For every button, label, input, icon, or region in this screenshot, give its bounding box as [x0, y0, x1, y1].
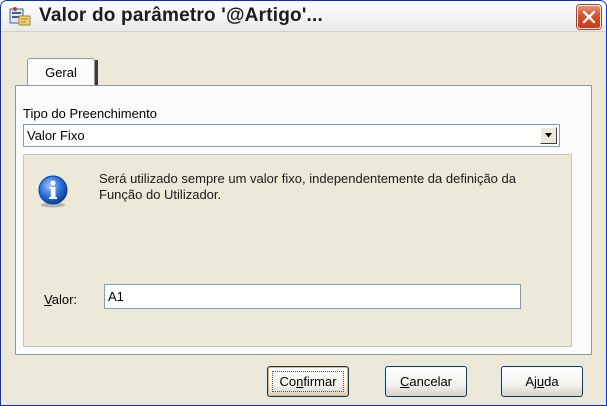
fill-type-label: Tipo do Preenchimento	[23, 106, 157, 121]
info-group-box: Será utilizado sempre um valor fixo, ind…	[23, 154, 572, 347]
fill-type-select[interactable]: Valor Fixo	[23, 124, 560, 147]
window-title: Valor do parâmetro '@Artigo'...	[39, 5, 323, 26]
fill-type-value: Valor Fixo	[27, 128, 85, 143]
value-label-mnemonic: V	[44, 292, 52, 307]
tab-geral[interactable]: Geral	[27, 58, 98, 87]
info-icon	[36, 174, 70, 208]
help-label-pre: Aj	[525, 374, 537, 389]
confirm-label-post: firmar	[303, 374, 337, 389]
info-message: Será utilizado sempre um valor fixo, ind…	[99, 171, 516, 202]
help-label-post: da	[544, 374, 559, 389]
confirm-button[interactable]: Confirmar	[267, 366, 349, 397]
cancel-button[interactable]: Cancelar	[385, 366, 467, 397]
close-icon	[582, 10, 596, 24]
dropdown-arrow-button[interactable]	[540, 127, 557, 144]
value-label-text: alor:	[51, 292, 78, 307]
value-input[interactable]	[104, 284, 521, 309]
cancel-label-post: ancelar	[409, 374, 453, 389]
dialog-client-area: Geral Tipo do Preenchimento Valor Fixo S…	[1, 32, 606, 405]
title-bar[interactable]: Valor do parâmetro '@Artigo'...	[1, 1, 606, 32]
value-label: Valor:	[44, 292, 77, 307]
chevron-down-icon	[545, 133, 552, 138]
tab-panel-geral: Tipo do Preenchimento Valor Fixo Será ut…	[15, 85, 592, 355]
parameter-app-icon	[9, 6, 31, 26]
help-button[interactable]: Ajuda	[501, 366, 583, 397]
cancel-label-mnemonic: C	[399, 374, 410, 389]
dialog-window: Valor do parâmetro '@Artigo'... Geral Ti…	[0, 0, 607, 406]
confirm-label-pre: Co	[279, 374, 297, 389]
close-button[interactable]	[577, 5, 601, 29]
